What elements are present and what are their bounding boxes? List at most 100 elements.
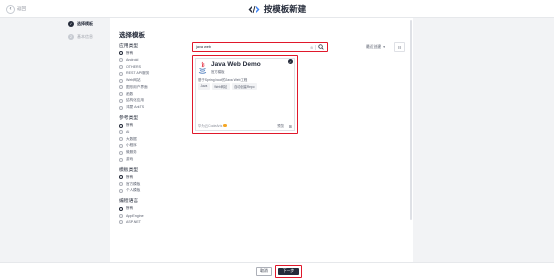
search-input-value[interactable]: java web: [196, 45, 310, 49]
filter-option-label: 大数据: [126, 136, 137, 141]
radio-icon: [119, 157, 123, 162]
filter-option-label: REST API服务: [126, 71, 150, 76]
radio-icon: [119, 98, 123, 103]
filter-option[interactable]: 微服务: [119, 149, 189, 156]
radio-icon: [119, 182, 123, 187]
java-logo-icon: [198, 61, 207, 74]
radio-icon: [119, 58, 123, 63]
filter-option-label: 鸿蒙 ArkTS: [126, 105, 145, 110]
top-bar: ‹ 返回 按模板新建: [0, 0, 554, 18]
filter-option[interactable]: ASP.NET: [119, 219, 189, 226]
filter-option-label: 所有: [126, 174, 134, 179]
search-input[interactable]: java web ⊗: [192, 42, 328, 52]
filter-group-title: 应用类型: [119, 44, 139, 49]
filter-option[interactable]: 图形用户界面: [119, 84, 189, 91]
sort-label: 最近创建: [366, 44, 382, 49]
radio-icon: [119, 123, 123, 128]
radio-icon: [119, 220, 123, 225]
filter-option[interactable]: 所有: [119, 50, 189, 57]
filter-option-label: ASP.NET: [126, 220, 141, 225]
radio-icon: [119, 92, 123, 97]
filter-option[interactable]: REST API服务: [119, 70, 189, 77]
selected-check-icon: ✓: [288, 59, 293, 64]
cancel-button[interactable]: 取消: [256, 267, 272, 276]
template-tag: Java: [198, 83, 210, 90]
template-description: 基于Spring boot的Java Web工程: [198, 78, 248, 82]
filter-group-tech-stack: 编程语言 所有 AppEngine ASP.NET: [119, 197, 189, 225]
step-check-icon: ✓: [68, 21, 74, 27]
filter-option[interactable]: 游戏: [119, 156, 189, 163]
template-tag: 自动创建Repo: [231, 83, 257, 90]
radio-icon: [119, 175, 123, 180]
template-panel: 选择模板 应用类型 所有 Android OTHERS REST API服务 W…: [110, 18, 413, 262]
scrollbar[interactable]: [410, 20, 412, 220]
author-label: 华为云CodeArts: [198, 124, 223, 128]
filter-option[interactable]: OTHERS: [119, 64, 189, 71]
filter-group-template-type: 模板类型 所有 官方模板 个人模板: [119, 166, 189, 194]
template-action-icon[interactable]: ⊞: [289, 124, 292, 129]
filter-option-label: 图形用户界面: [126, 84, 148, 89]
filter-option-label: 小程序: [126, 143, 137, 148]
filter-option[interactable]: Android: [119, 57, 189, 64]
step-basic-info[interactable]: 2 基本信息: [68, 34, 93, 40]
filter-option-label: 所有: [126, 50, 134, 55]
radio-icon: [119, 51, 123, 56]
radio-icon: [119, 188, 123, 193]
radio-icon: [119, 206, 123, 211]
radio-icon: [119, 150, 123, 155]
filter-option[interactable]: 小程序: [119, 143, 189, 150]
preview-link[interactable]: 预览: [277, 123, 284, 128]
step-label: 选择模板: [77, 21, 93, 26]
filter-option[interactable]: 所有: [119, 122, 189, 129]
filter-option[interactable]: 结构化应用: [119, 98, 189, 105]
filter-option[interactable]: 官方模板: [119, 181, 189, 188]
filter-option-label: 游戏: [126, 157, 134, 162]
filter-group-title: 模板类型: [119, 167, 139, 173]
search-divider: [315, 44, 316, 50]
clear-icon[interactable]: ⊗: [310, 45, 313, 50]
chevron-down-icon: ▾: [383, 45, 385, 49]
search-icon[interactable]: [318, 44, 324, 50]
radio-icon: [119, 137, 123, 142]
filter-option[interactable]: AppEngine: [119, 212, 189, 219]
radio-icon: [119, 64, 123, 69]
filter-option[interactable]: AI: [119, 129, 189, 136]
filter-option[interactable]: 大数据: [119, 136, 189, 143]
filter-option[interactable]: 所有: [119, 174, 189, 181]
codearts-logo-icon: [248, 5, 260, 13]
filter-option[interactable]: 所有: [119, 205, 189, 212]
radio-icon: [119, 85, 123, 90]
step-label: 基本信息: [77, 34, 93, 39]
filter-option-label: 微服务: [126, 150, 137, 155]
filter-option-label: 官方模板: [126, 181, 141, 186]
filter-option-label: OTHERS: [126, 64, 141, 69]
template-card[interactable]: Java Web Demo 官方模板 ✓ 基于Spring boot的Java …: [192, 55, 298, 134]
filter-option-label: 结构化应用: [126, 98, 144, 103]
radio-icon: [119, 213, 123, 218]
step-number-icon: 2: [68, 34, 74, 40]
step-select-template[interactable]: ✓ 选择模板: [68, 21, 93, 27]
filter-option-label: 所有: [126, 206, 134, 211]
filter-option-label: 个人模板: [126, 188, 141, 193]
filter-option[interactable]: 鸿蒙 ArkTS: [119, 104, 189, 111]
filter-option-label: 函数: [126, 91, 134, 96]
template-official-label: 官方模板: [211, 70, 225, 74]
next-button[interactable]: 下一步: [278, 267, 299, 275]
filter-group-app-type: 应用类型 所有 Android OTHERS REST API服务 Web网站 …: [119, 42, 189, 111]
radio-icon: [119, 78, 123, 83]
filter-option-label: Android: [126, 58, 139, 63]
filter-option-label: AI: [126, 130, 130, 135]
filter-group-title: 参考类型: [119, 116, 139, 122]
filter-option[interactable]: Web网站: [119, 77, 189, 84]
filter-option[interactable]: 函数: [119, 91, 189, 98]
filters: 应用类型 所有 Android OTHERS REST API服务 Web网站 …: [119, 42, 189, 229]
filter-option-label: AppEngine: [126, 213, 144, 218]
template-tag: Web网站: [211, 83, 230, 90]
sort-dropdown[interactable]: 最近创建 ▾: [366, 43, 385, 51]
filter-option[interactable]: 个人模板: [119, 188, 189, 195]
radio-icon: [119, 130, 123, 135]
page-header: 按模板新建: [0, 3, 554, 15]
view-toggle-icon[interactable]: ☷: [394, 42, 405, 52]
filter-option-label: 所有: [126, 123, 134, 128]
verified-badge-icon: [223, 123, 227, 128]
